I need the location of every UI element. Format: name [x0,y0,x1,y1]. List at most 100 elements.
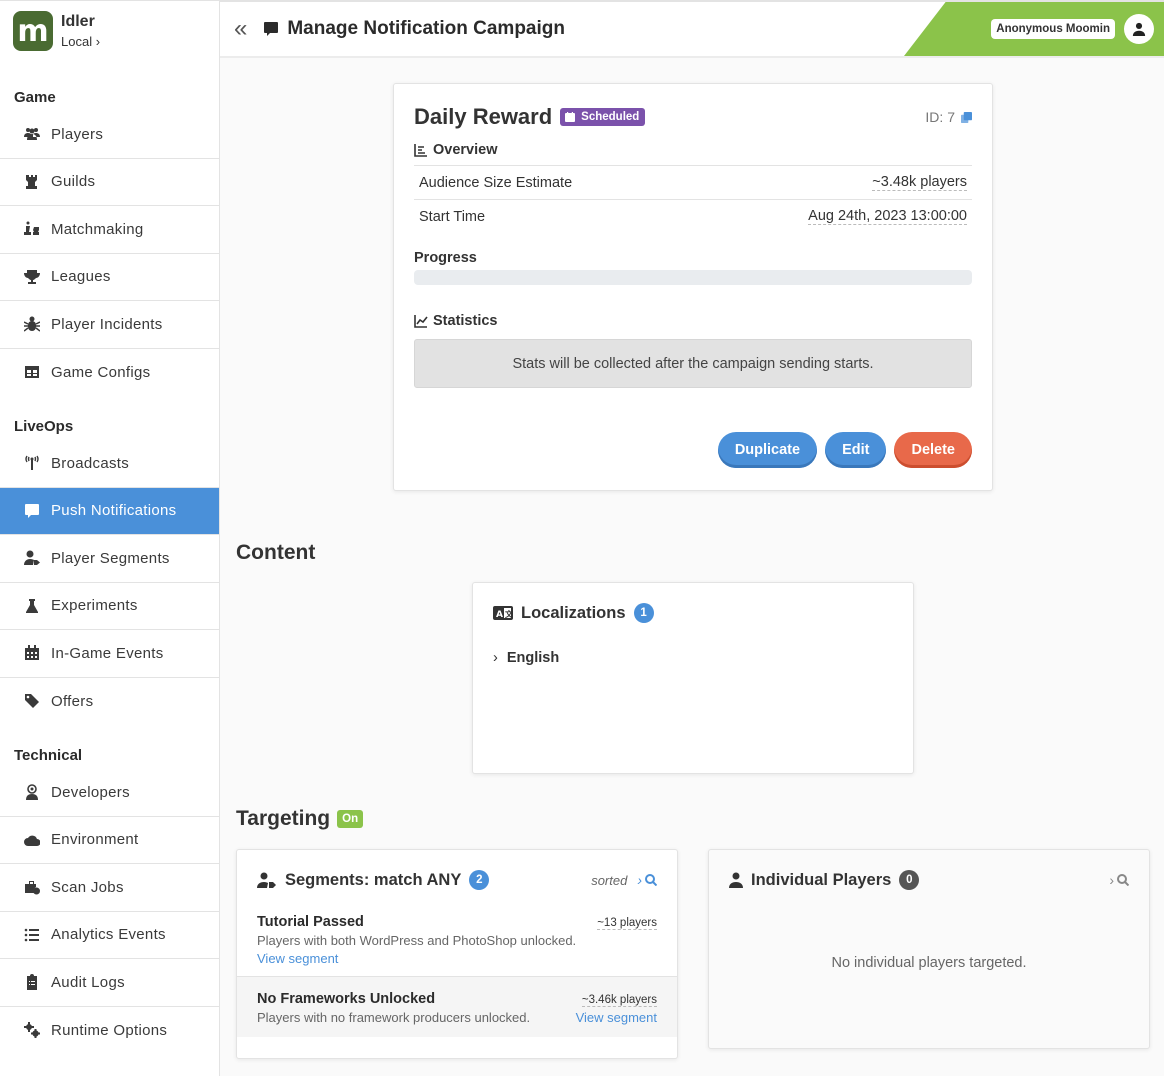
sidebar: m Idler Local › Game Players Guilds Matc… [0,0,220,1076]
sidebar-item-analytics-events[interactable]: Analytics Events [0,912,219,959]
game-logo: m [13,11,53,51]
segment-item: Tutorial Passed ~13 players Players with… [237,904,677,976]
chess-icon [22,221,42,237]
sidebar-section-title: Technical [14,747,83,764]
progress-bar [414,270,972,285]
sidebar-item-label: Experiments [51,597,138,615]
top-bar: « Manage Notification Campaign Anonymous… [220,0,1164,58]
user-name[interactable]: Anonymous Moomin [991,19,1115,39]
sidebar-item-scan-jobs[interactable]: Scan Jobs [0,864,219,912]
business-time-icon [22,879,42,895]
individual-players-title: Individual Players [751,870,892,889]
sidebar-item-player-incidents[interactable]: Player Incidents [0,301,219,349]
targeting-status-badge: On [337,810,364,828]
svg-text:文: 文 [505,609,513,619]
chess-rook-icon [22,174,42,190]
calendar-icon [22,645,42,661]
comment-icon [264,22,279,36]
statistics-heading: Statistics [414,313,972,329]
copy-icon[interactable] [961,111,972,123]
sidebar-item-player-segments[interactable]: Player Segments [0,535,219,583]
sidebar-item-label: Offers [51,692,94,710]
status-text: Scheduled [581,111,640,123]
sidebar-item-players[interactable]: Players [0,111,219,159]
sidebar-item-broadcasts[interactable]: Broadcasts [0,440,219,488]
sidebar-item-matchmaking[interactable]: Matchmaking [0,206,219,254]
edit-button[interactable]: Edit [825,432,887,468]
sidebar-item-runtime-options[interactable]: Runtime Options [0,1007,219,1055]
view-segment-link[interactable]: View segment [576,1010,657,1025]
language-icon: A文 [493,606,513,620]
sidebar-item-offers[interactable]: Offers [0,678,219,726]
overview-heading: Overview [414,142,972,158]
sidebar-item-developers[interactable]: Developers [0,769,219,817]
sidebar-nav: Game Players Guilds Matchmaking Leagues … [0,89,219,1054]
sidebar-item-experiments[interactable]: Experiments [0,583,219,630]
brand[interactable]: m Idler Local › [0,1,219,61]
sidebar-item-label: Broadcasts [51,454,130,472]
view-segment-link[interactable]: View segment [257,951,657,966]
collapse-sidebar-icon[interactable]: « [234,17,247,41]
sidebar-item-game-configs[interactable]: Game Configs [0,349,219,397]
start-time-row: Start Time Aug 24th, 2023 13:00:00 [414,199,972,233]
localizations-title: Localizations [521,603,626,622]
sidebar-item-label: Audit Logs [51,973,125,991]
search-icon [645,874,657,886]
audience-size-row: Audience Size Estimate ~3.48k players [414,165,972,199]
search-icon [1117,874,1129,886]
trophy-icon [22,269,42,285]
sorted-label: sorted [591,872,628,888]
start-time-value: Aug 24th, 2023 13:00:00 [808,208,967,225]
calendar-icon [565,112,576,122]
campaign-name: Daily Reward [414,104,553,129]
page-title: Manage Notification Campaign [263,18,565,40]
segment-player-count: ~3.46k players [581,994,657,1007]
user-avatar[interactable] [1124,14,1154,44]
sidebar-item-label: Guilds [51,173,96,191]
sidebar-item-guilds[interactable]: Guilds [0,159,219,206]
sidebar-section-title: Game [14,89,56,106]
sidebar-item-label: Analytics Events [51,926,166,944]
sidebar-item-label: Push Notifications [51,502,177,520]
audience-size-label: Audience Size Estimate [419,174,573,191]
localizations-card: A文 Localizations 1 › English [472,582,914,774]
overview-title: Overview [433,142,498,158]
user-icon [729,872,743,888]
sidebar-item-label: Matchmaking [51,220,144,238]
sidebar-section-title: LiveOps [14,418,74,435]
segment-item: No Frameworks Unlocked ~3.46k players Pl… [237,976,677,1037]
sidebar-item-label: Player Segments [51,549,170,567]
sidebar-item-in-game-events[interactable]: In-Game Events [0,630,219,678]
user-astronaut-icon [22,784,42,801]
chart-bar-icon [414,144,427,157]
sidebar-item-push-notifications[interactable]: Push Notifications [0,487,219,535]
individual-players-card: Individual Players 0 › No individual pla… [708,849,1150,1049]
sidebar-item-label: Runtime Options [51,1021,168,1039]
segment-player-count: ~13 players [597,917,657,930]
list-icon [22,927,42,943]
sidebar-section: Broadcasts Push Notifications Player Seg… [0,440,219,725]
sidebar-item-audit-logs[interactable]: Audit Logs [0,959,219,1007]
segments-count-badge: 2 [469,870,490,890]
page-title-text: Manage Notification Campaign [287,18,565,39]
sidebar-item-leagues[interactable]: Leagues [0,254,219,301]
sidebar-item-environment[interactable]: Environment [0,817,219,864]
delete-button[interactable]: Delete [894,432,972,468]
individual-search-toggle[interactable]: › [1109,872,1129,888]
environment-selector[interactable]: Local › [61,34,100,49]
tags-icon [22,693,42,709]
targeting-heading: Targeting On [236,807,364,831]
localization-english[interactable]: › English [493,650,893,666]
sidebar-section: Players Guilds Matchmaking Leagues Playe… [0,111,219,396]
sidebar-item-label: Scan Jobs [51,878,124,896]
chevron-right-icon: › [493,650,498,666]
id-label: ID: 7 [925,109,955,125]
duplicate-button[interactable]: Duplicate [717,432,818,468]
segments-card: Segments: match ANY 2 sorted › Tutorial … [236,849,678,1059]
sidebar-item-label: Environment [51,831,139,849]
game-name: Idler [61,13,95,30]
user-icon [1132,22,1146,36]
comment-icon [22,503,42,519]
segments-search-toggle[interactable]: › [637,872,657,888]
start-time-label: Start Time [419,208,486,225]
